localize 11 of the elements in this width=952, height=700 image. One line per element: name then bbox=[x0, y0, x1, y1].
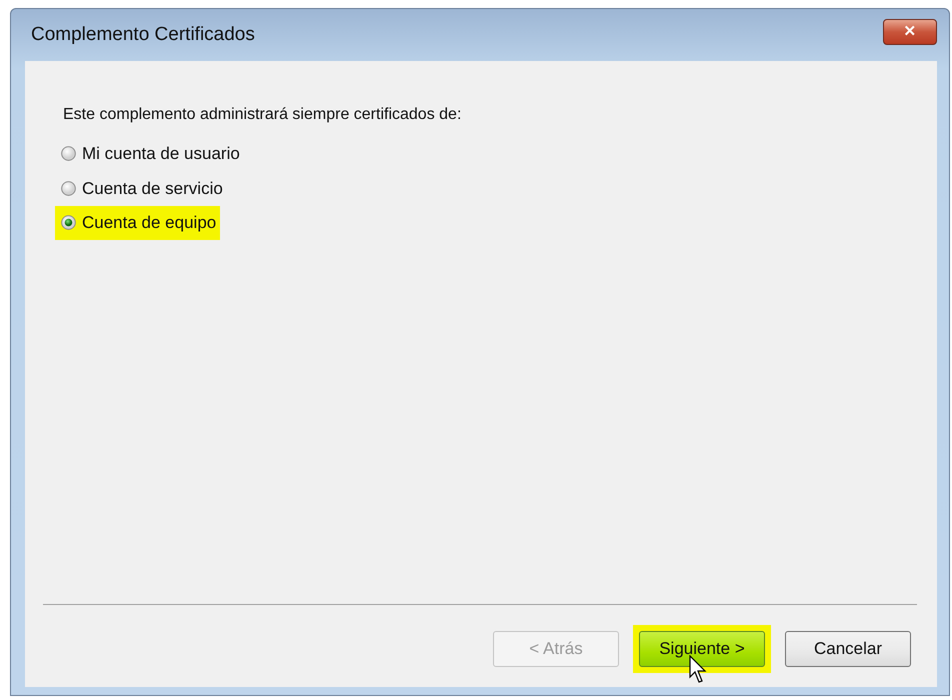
radio-button[interactable] bbox=[61, 146, 76, 162]
radio-option[interactable]: Mi cuenta de usuario bbox=[55, 137, 244, 170]
cancel-button[interactable]: Cancelar bbox=[785, 631, 911, 667]
radio-button[interactable] bbox=[61, 215, 76, 230]
close-button[interactable]: ✕ bbox=[883, 19, 937, 45]
radio-button[interactable] bbox=[61, 180, 76, 196]
prompt-text: Este complemento administrará siempre certificados de: bbox=[63, 105, 462, 125]
radio-option[interactable]: Cuenta de equipo bbox=[55, 206, 220, 240]
window-title: Complemento Certificados bbox=[31, 22, 255, 47]
next-button[interactable]: Siguiente > bbox=[639, 631, 765, 667]
radio-option[interactable]: Cuenta de servicio bbox=[55, 172, 227, 205]
